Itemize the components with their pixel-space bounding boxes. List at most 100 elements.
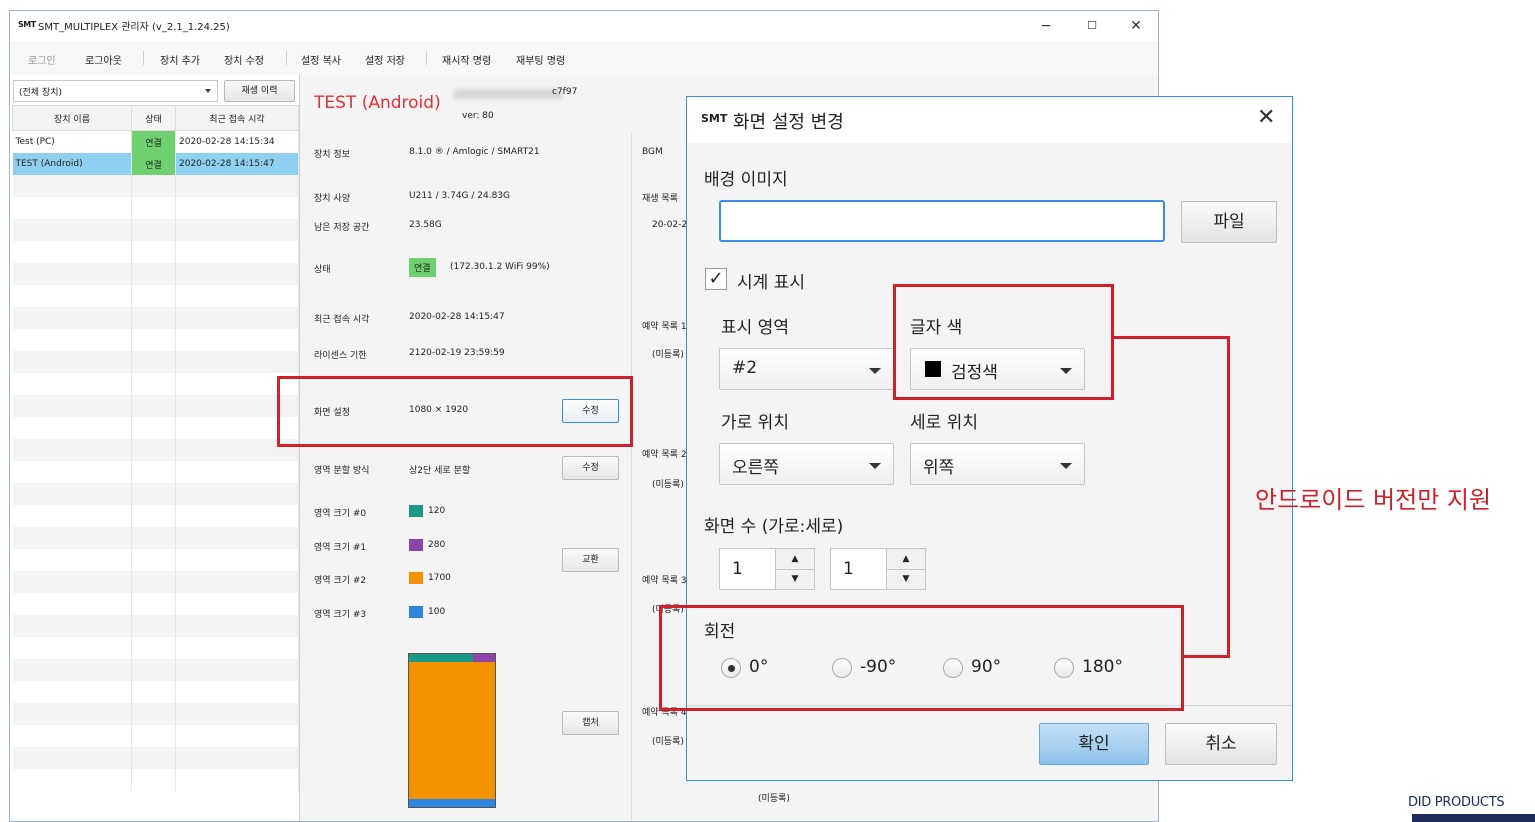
status-badge: 연결 bbox=[131, 153, 176, 175]
bg-image-input[interactable] bbox=[719, 200, 1165, 242]
field-value: 2120-02-19 23:59:59 bbox=[409, 348, 505, 358]
v-position-value: 위쪽 bbox=[923, 458, 955, 478]
table-row[interactable]: Test (PC) 연결 2020-02-28 14:15:34 bbox=[12, 130, 299, 153]
column-divider bbox=[631, 133, 632, 821]
empty-row bbox=[12, 659, 299, 681]
empty-row bbox=[12, 703, 299, 725]
playlist-label: 재생 목록 bbox=[642, 194, 678, 204]
close-icon[interactable]: ✕ bbox=[1257, 105, 1275, 130]
field-value: 100 bbox=[428, 607, 446, 617]
empty-row bbox=[12, 307, 299, 329]
menu-add-device[interactable]: 장치 추가 bbox=[160, 52, 200, 67]
menu-save-settings[interactable]: 설정 저장 bbox=[365, 52, 405, 67]
column-header-status[interactable]: 상태 bbox=[131, 105, 176, 131]
spinner-arrows[interactable]: ▲ ▼ bbox=[775, 549, 814, 589]
empty-row bbox=[12, 769, 299, 791]
empty-row bbox=[12, 329, 299, 351]
cancel-button[interactable]: 취소 bbox=[1165, 723, 1277, 765]
device-name: TEST (Android) bbox=[12, 153, 132, 175]
display-area-value: #2 bbox=[732, 358, 758, 378]
spinner-down-icon[interactable]: ▼ bbox=[776, 569, 814, 589]
highlight-screen-setting bbox=[277, 376, 633, 447]
v-position-select[interactable]: 위쪽 bbox=[910, 443, 1085, 485]
column-header-last-access[interactable]: 최근 접속 시각 bbox=[175, 105, 299, 131]
spinner-up-icon[interactable]: ▲ bbox=[776, 549, 814, 570]
ok-button[interactable]: 확인 bbox=[1039, 723, 1149, 765]
empty-row bbox=[12, 505, 299, 527]
screen-count-label: 화면 수 (가로:세로) bbox=[704, 517, 844, 537]
screen-vertical-spinner[interactable]: 1 ▲ ▼ bbox=[830, 548, 926, 590]
annotation-text: 안드로이드 버전만 지원 bbox=[1255, 486, 1492, 514]
dialog-title-bar: SMT 화면 설정 변경 ✕ bbox=[687, 97, 1292, 143]
edit-split-button[interactable]: 수정 bbox=[562, 456, 619, 480]
h-position-select[interactable]: 오른쪽 bbox=[719, 443, 894, 485]
field-value: 8.1.0 ® / Amlogic / SMART21 bbox=[409, 147, 540, 157]
clock-checkbox[interactable]: ✓ bbox=[705, 268, 727, 290]
empty-row bbox=[12, 351, 299, 373]
device-filter-dropdown[interactable]: (전체 장치) bbox=[13, 80, 218, 102]
region-preview-1 bbox=[473, 654, 495, 662]
v-position-label: 세로 위치 bbox=[910, 413, 978, 433]
field-label: 라이센스 기한 bbox=[314, 351, 367, 361]
region-swatch-0 bbox=[409, 505, 423, 517]
capture-button[interactable]: 캡처 bbox=[562, 711, 619, 735]
region-preview-3 bbox=[409, 799, 495, 807]
field-value: 상2단 세로 분할 bbox=[409, 466, 471, 476]
table-row-selected[interactable]: TEST (Android) 연결 2020-02-28 14:15:47 bbox=[12, 153, 299, 175]
field-label: 최근 접속 시각 bbox=[314, 315, 370, 325]
region-swatch-2 bbox=[409, 572, 423, 584]
maximize-button[interactable]: ☐ bbox=[1072, 14, 1112, 38]
schedule-4-value: (미등록) bbox=[652, 737, 684, 747]
file-button[interactable]: 파일 bbox=[1181, 201, 1277, 243]
clock-checkbox-label: 시계 표시 bbox=[737, 273, 805, 293]
menu-reboot[interactable]: 재부팅 명령 bbox=[516, 52, 565, 67]
chevron-down-icon bbox=[869, 368, 881, 374]
menu-edit-device[interactable]: 장치 수정 bbox=[224, 52, 264, 67]
menu-separator bbox=[426, 51, 427, 65]
connector-line bbox=[1114, 336, 1230, 339]
device-list-panel: (전체 장치) 재생 이력 장치 이름 상태 최근 접속 시각 Test (PC… bbox=[10, 75, 300, 821]
empty-row bbox=[12, 461, 299, 483]
close-button[interactable]: ✕ bbox=[1116, 14, 1156, 38]
dialog-title: 화면 설정 변경 bbox=[733, 112, 844, 133]
spinner-up-icon[interactable]: ▲ bbox=[887, 549, 925, 570]
device-id-suffix: c7f97 bbox=[552, 87, 578, 97]
region-preview-2 bbox=[409, 662, 495, 799]
spinner-arrows[interactable]: ▲ ▼ bbox=[886, 549, 925, 589]
h-position-label: 가로 위치 bbox=[721, 413, 789, 433]
status-badge: 연결 bbox=[409, 258, 436, 277]
field-label: 상태 bbox=[314, 265, 331, 275]
empty-row bbox=[12, 263, 299, 285]
spinner-down-icon[interactable]: ▼ bbox=[887, 569, 925, 589]
menu-logout[interactable]: 로그아웃 bbox=[85, 52, 122, 67]
empty-row bbox=[12, 725, 299, 747]
empty-row bbox=[12, 681, 299, 703]
chevron-down-icon bbox=[869, 463, 881, 469]
schedule-2-value: (미등록) bbox=[652, 480, 684, 490]
empty-row bbox=[12, 219, 299, 241]
empty-row bbox=[12, 241, 299, 263]
region-preview-0 bbox=[409, 654, 473, 662]
menu-login[interactable]: 로그인 bbox=[28, 52, 56, 67]
play-history-button[interactable]: 재생 이력 bbox=[224, 80, 295, 102]
minimize-button[interactable]: − bbox=[1026, 14, 1066, 38]
chevron-down-icon bbox=[1060, 463, 1072, 469]
swap-button[interactable]: 교환 bbox=[562, 548, 619, 572]
field-label: 장치 정보 bbox=[314, 150, 350, 160]
menu-separator bbox=[143, 51, 144, 65]
window-title: SMT_MULTIPLEX 관리자 (v_2.1_1.24.25) bbox=[38, 22, 230, 33]
column-header-name[interactable]: 장치 이름 bbox=[12, 105, 132, 131]
field-value: 280 bbox=[428, 540, 446, 550]
empty-row bbox=[12, 439, 299, 461]
menu-restart[interactable]: 재시작 명령 bbox=[442, 52, 491, 67]
screen-horizontal-spinner[interactable]: 1 ▲ ▼ bbox=[719, 548, 815, 590]
brand-text: DID PRODUCTS bbox=[1408, 795, 1505, 810]
highlight-text-color bbox=[893, 284, 1114, 400]
empty-row bbox=[12, 527, 299, 549]
device-table: 장치 이름 상태 최근 접속 시각 Test (PC) 연결 2020-02-2… bbox=[12, 105, 299, 791]
menu-copy-settings[interactable]: 설정 복사 bbox=[301, 52, 341, 67]
display-area-select[interactable]: #2 bbox=[719, 348, 894, 390]
device-filter-value: (전체 장치) bbox=[19, 88, 63, 98]
table-header-row: 장치 이름 상태 최근 접속 시각 bbox=[12, 105, 299, 131]
field-label: 영역 크기 #3 bbox=[314, 610, 367, 620]
